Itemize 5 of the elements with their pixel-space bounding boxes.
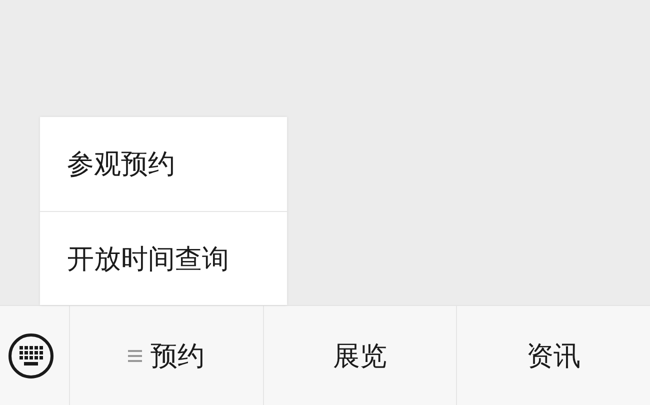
menu-tab[interactable]: 展览 [333,338,387,374]
menu-item[interactable]: 开放时间查询 [40,211,287,305]
menu-tab[interactable]: 资讯 [526,338,581,374]
menu-tab[interactable]: 预约 [128,338,204,374]
menu-item[interactable]: 参观预约 [40,117,287,211]
